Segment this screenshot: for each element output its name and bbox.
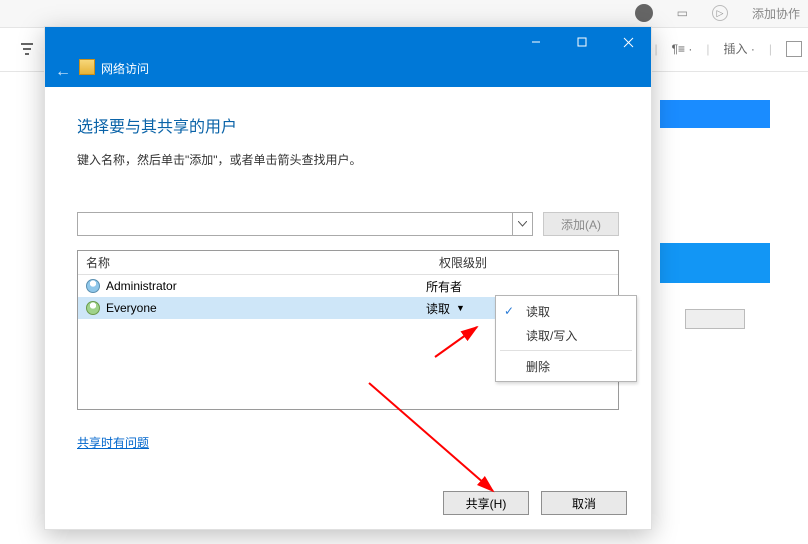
menu-item-read[interactable]: ✓ 读取 bbox=[498, 299, 634, 323]
chevron-down-icon[interactable] bbox=[512, 213, 532, 235]
indent-icon[interactable]: ¶≡ · bbox=[672, 42, 693, 56]
menu-item-readwrite[interactable]: 读取/写入 bbox=[498, 323, 634, 347]
menu-separator bbox=[500, 350, 632, 351]
close-button[interactable] bbox=[605, 27, 651, 57]
user-combo-input[interactable] bbox=[78, 213, 512, 235]
user-combo[interactable] bbox=[77, 212, 533, 236]
menu-item-delete[interactable]: 删除 bbox=[498, 354, 634, 378]
instruction-text: 键入名称，然后单击"添加"，或者单击箭头查找用户。 bbox=[77, 151, 619, 168]
bg-panel bbox=[660, 100, 770, 315]
page-icon[interactable] bbox=[786, 41, 802, 57]
row-permission: 读取 bbox=[426, 300, 450, 317]
app-topbar: ▭ ▷ 添加协作 bbox=[0, 0, 808, 28]
cancel-button[interactable]: 取消 bbox=[541, 491, 627, 515]
group-icon bbox=[86, 301, 100, 315]
table-row[interactable]: Administrator 所有者 bbox=[78, 275, 618, 297]
permission-menu: ✓ 读取 读取/写入 删除 bbox=[495, 295, 637, 382]
permissions-table: 名称 权限级别 Administrator 所有者 Everyone 读取 ▼ … bbox=[77, 250, 619, 410]
chat-icon: ▭ bbox=[677, 6, 688, 20]
add-button: 添加(A) bbox=[543, 212, 619, 236]
minimize-button[interactable] bbox=[513, 27, 559, 57]
dialog-title: 网络访问 bbox=[101, 60, 149, 77]
row-name: Everyone bbox=[106, 301, 157, 315]
check-icon: ✓ bbox=[504, 304, 514, 318]
network-access-dialog: ← 网络访问 选择要与其共享的用户 键入名称，然后单击"添加"，或者单击箭头查找… bbox=[44, 26, 652, 530]
row-name: Administrator bbox=[106, 279, 177, 293]
chevron-down-icon[interactable]: ▼ bbox=[456, 303, 465, 313]
back-icon[interactable]: ← bbox=[55, 63, 71, 81]
toolbar-insert[interactable]: 插入 · bbox=[724, 40, 755, 57]
help-link[interactable]: 共享时有问题 bbox=[77, 434, 149, 451]
filter-icon bbox=[20, 42, 34, 56]
maximize-button[interactable] bbox=[559, 27, 605, 57]
top-action[interactable]: 添加协作 bbox=[752, 5, 800, 22]
play-icon: ▷ bbox=[712, 5, 728, 21]
folder-share-icon bbox=[79, 59, 95, 75]
avatar-icon bbox=[635, 4, 653, 22]
user-icon bbox=[86, 279, 100, 293]
column-permission[interactable]: 权限级别 bbox=[432, 254, 618, 271]
column-name[interactable]: 名称 bbox=[78, 254, 432, 271]
titlebar: ← 网络访问 bbox=[45, 27, 651, 87]
row-permission: 所有者 bbox=[426, 278, 462, 295]
share-button[interactable]: 共享(H) bbox=[443, 491, 529, 515]
page-heading: 选择要与其共享的用户 bbox=[77, 113, 619, 137]
